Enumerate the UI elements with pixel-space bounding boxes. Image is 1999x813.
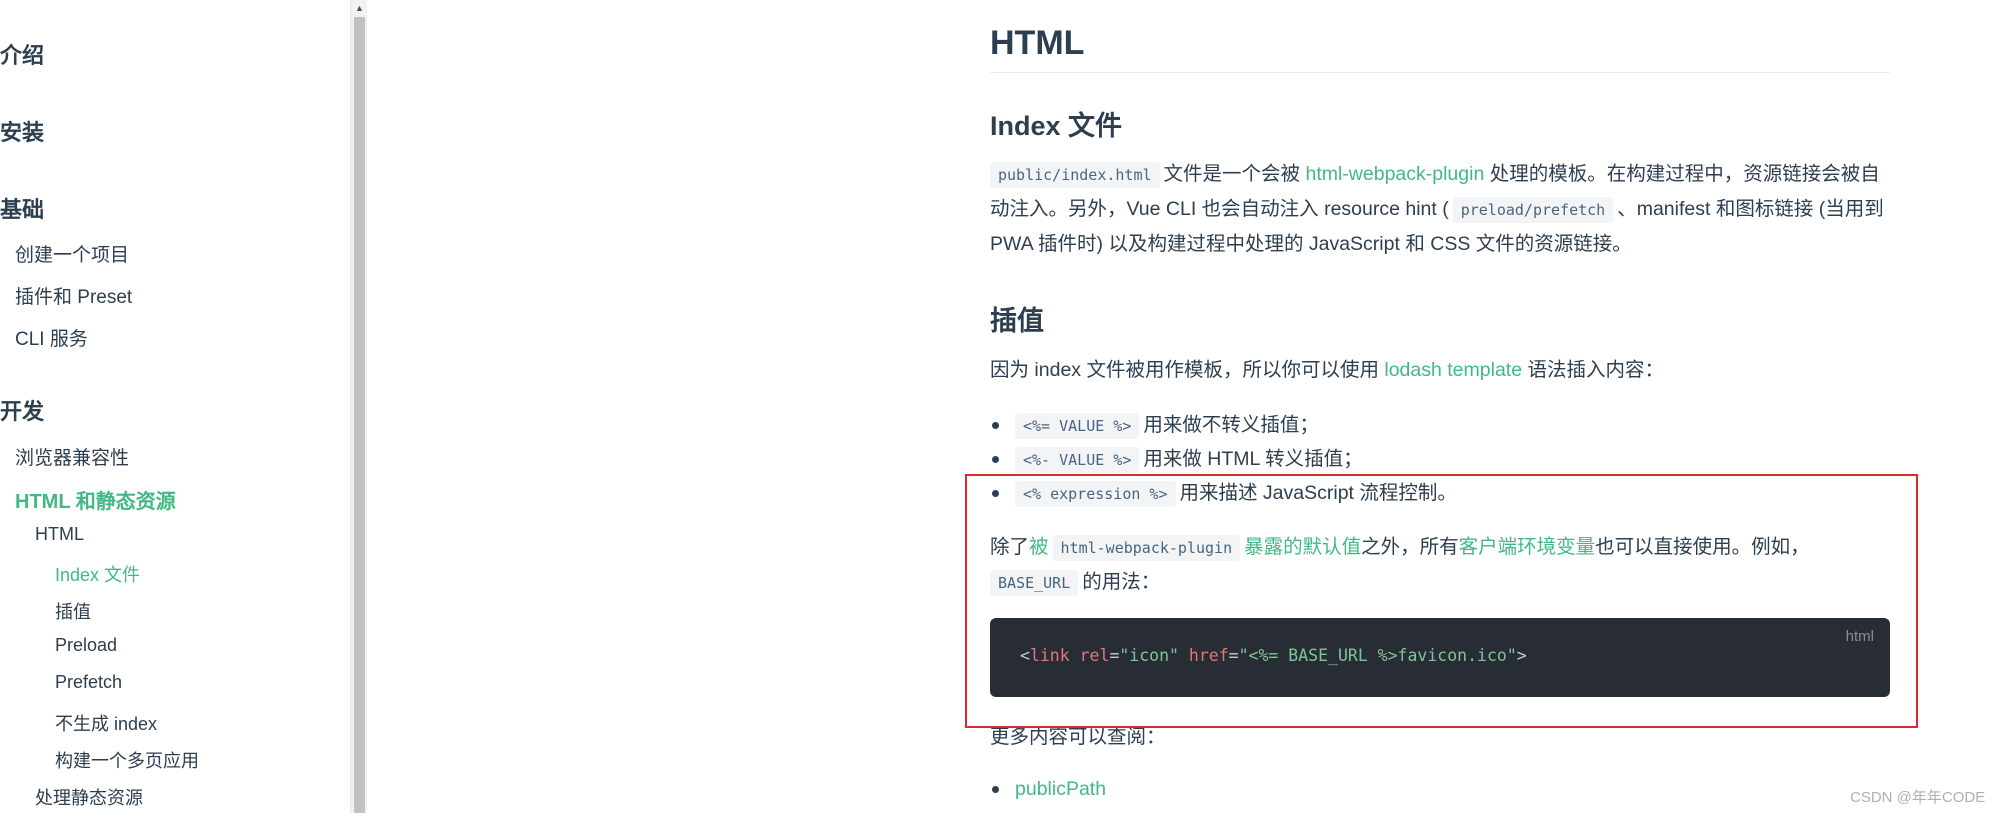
sidebar-scrollbar[interactable]: ▲ — [350, 0, 367, 813]
code-preload-prefetch: preload/prefetch — [1452, 197, 1614, 223]
list-item: <% expression %> 用来描述 JavaScript 流程控制。 — [992, 478, 1457, 509]
link-lodash-template[interactable]: lodash template — [1384, 359, 1522, 381]
text: 语法插入内容： — [1527, 359, 1664, 381]
text: 用来做 HTML 转义插值； — [1143, 448, 1363, 470]
code-token: = — [1228, 646, 1239, 665]
page-title: HTML — [990, 24, 1085, 62]
link-default-values[interactable]: 暴露的默认值 — [1244, 536, 1361, 558]
code-token: link — [1029, 646, 1070, 665]
index-file-paragraph: public/index.html 文件是一个会被 html-webpack-pl… — [990, 157, 1890, 261]
heading-index-file: Index 文件 — [990, 111, 1123, 141]
scrollbar-thumb[interactable] — [354, 17, 365, 813]
list-item: publicPath — [992, 774, 1106, 804]
code-token: "icon" — [1119, 646, 1179, 665]
sidebar-item-html[interactable]: HTML — [35, 524, 84, 545]
code-token: rel — [1079, 646, 1110, 665]
sidebar-item-prefetch[interactable]: Prefetch — [55, 672, 122, 693]
code-unescaped: <%= VALUE %> — [1015, 413, 1140, 439]
watermark: CSDN @年年CODE — [1850, 789, 1986, 806]
sidebar-item-interpolation[interactable]: 插值 — [55, 598, 91, 624]
text: 也可以直接使用。例如， — [1595, 536, 1810, 558]
link-client-env-vars[interactable]: 客户端环境变量 — [1459, 536, 1596, 558]
bullet-icon — [992, 422, 999, 429]
code-token: > — [1516, 646, 1527, 665]
text: 文件是一个会被 — [1163, 163, 1301, 185]
code-block-content[interactable]: <link rel="icon" href="<%= BASE_URL %>fa… — [1020, 646, 1527, 665]
code-public-index: public/index.html — [990, 162, 1160, 188]
text: 除了 — [990, 536, 1030, 558]
sidebar-item-index-file[interactable]: Index 文件 — [55, 561, 140, 587]
sidebar-item-plugins-preset[interactable]: 插件和 Preset — [15, 282, 132, 309]
text: 的用法： — [1082, 571, 1161, 593]
env-vars-paragraph: 除了被 html-webpack-plugin 暴露的默认值之外，所有客户端环境变量… — [990, 530, 1890, 600]
main-content: HTML Index 文件 public/index.html 文件是一个会被 h… — [990, 0, 1890, 813]
sidebar-group-development[interactable]: 开发 — [0, 394, 44, 426]
code-token: "<%= BASE_URL %>favicon.ico" — [1238, 646, 1517, 665]
code-token: href — [1188, 646, 1229, 665]
link-html-webpack-plugin[interactable]: html-webpack-plugin — [1305, 163, 1484, 185]
text: 之外，所有 — [1361, 536, 1459, 558]
text: 用来做不转义插值； — [1143, 414, 1319, 436]
sidebar-item-create-project[interactable]: 创建一个项目 — [15, 240, 129, 267]
code-block[interactable]: html <link rel="icon" href="<%= BASE_URL… — [990, 618, 1890, 697]
code-language-label: html — [1845, 628, 1874, 645]
sidebar-group-intro[interactable]: 介绍 — [0, 38, 44, 70]
more-paragraph: 更多内容可以查阅： — [990, 726, 1166, 748]
scroll-up-arrow-icon[interactable]: ▲ — [351, 0, 368, 16]
code-token: < — [1020, 646, 1030, 665]
sidebar-item-no-index[interactable]: 不生成 index — [55, 710, 157, 736]
title-divider — [990, 72, 1890, 73]
interpolation-paragraph: 因为 index 文件被用作模板，所以你可以使用 lodash template… — [990, 353, 1890, 387]
sidebar-item-preload[interactable]: Preload — [55, 635, 117, 656]
link-public-path[interactable]: publicPath — [1015, 778, 1106, 800]
bullet-icon — [992, 490, 999, 497]
text: 因为 index 文件被用作模板，所以你可以使用 — [990, 359, 1379, 381]
bullet-icon — [992, 456, 999, 463]
sidebar-item-cli-service[interactable]: CLI 服务 — [15, 324, 88, 351]
sidebar-group-basics[interactable]: 基础 — [0, 192, 44, 224]
code-expression: <% expression %> — [1015, 481, 1176, 507]
sidebar-group-install[interactable]: 安装 — [0, 115, 44, 147]
list-item: <%= VALUE %> 用来做不转义插值； — [992, 410, 1319, 441]
sidebar-item-static-assets[interactable]: 处理静态资源 — [35, 784, 143, 810]
sidebar-item-html-static[interactable]: HTML 和静态资源 — [15, 485, 176, 514]
code-html-webpack-plugin: html-webpack-plugin — [1052, 535, 1241, 561]
text: 用来描述 JavaScript 流程控制。 — [1179, 482, 1457, 504]
heading-interpolation: 插值 — [990, 306, 1044, 336]
sidebar-item-browser-compat[interactable]: 浏览器兼容性 — [15, 443, 129, 470]
sidebar: 介绍 安装 基础 创建一个项目 插件和 Preset CLI 服务 开发 浏览器… — [0, 0, 350, 813]
link-exposed-by[interactable]: 被 — [1029, 536, 1049, 558]
bullet-icon — [992, 786, 999, 793]
code-token: = — [1109, 646, 1120, 665]
sidebar-item-multi-page[interactable]: 构建一个多页应用 — [55, 747, 199, 773]
code-escaped: <%- VALUE %> — [1015, 447, 1140, 473]
list-item: <%- VALUE %> 用来做 HTML 转义插值； — [992, 444, 1363, 475]
code-base-url: BASE_URL — [990, 570, 1079, 596]
